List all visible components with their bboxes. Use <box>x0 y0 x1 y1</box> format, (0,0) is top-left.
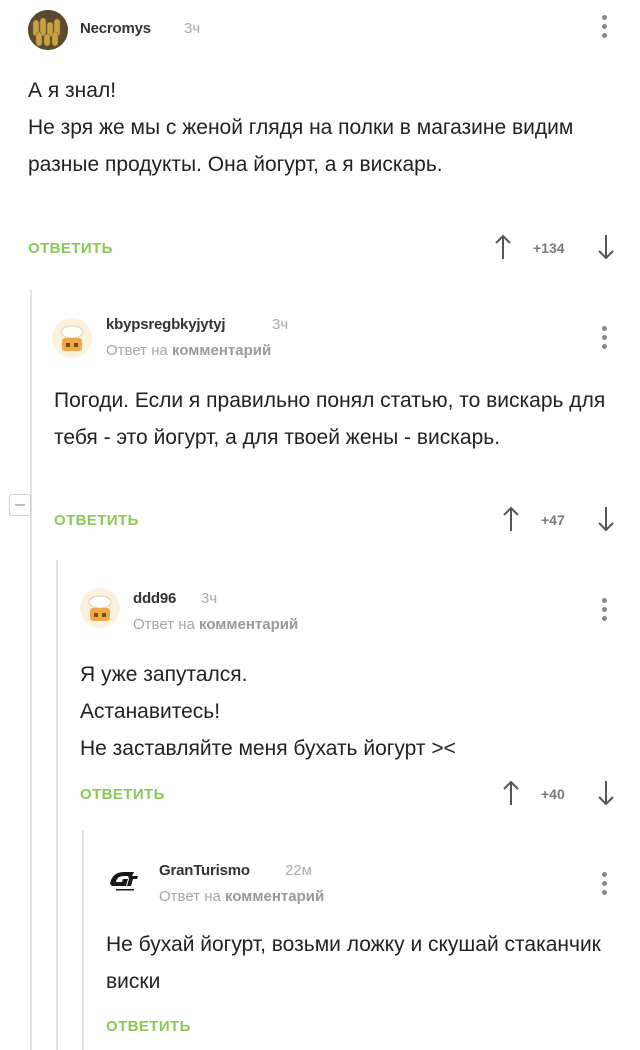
reply-button[interactable]: ОТВЕТИТЬ <box>28 240 113 257</box>
arrow-down-icon[interactable] <box>597 506 615 532</box>
arrow-down-icon[interactable] <box>597 780 615 806</box>
menu-dots-icon[interactable] <box>601 15 609 42</box>
reply-to-target[interactable]: комментарий <box>225 888 324 905</box>
menu-dots-icon[interactable] <box>601 872 609 899</box>
reply-to-label: Ответ на <box>159 888 221 905</box>
menu-dots-icon[interactable] <box>601 598 609 625</box>
reply-to-link[interactable]: Ответ на комментарий <box>159 888 324 905</box>
author-name[interactable]: kbypsregbkyjytyj <box>106 316 226 333</box>
comment-granturismo: GranTurismo 22м Ответ на комментарий Не … <box>0 830 640 1050</box>
default-avatar-image <box>52 318 92 358</box>
gran-turismo-logo-avatar <box>104 858 144 898</box>
avatar[interactable] <box>52 318 92 358</box>
author-name[interactable]: Necromys <box>80 20 151 37</box>
comment-time: 3ч <box>201 590 218 607</box>
rating-value: +134 <box>533 240 565 256</box>
reply-to-label: Ответ на <box>133 616 195 633</box>
reply-to-link[interactable]: Ответ на комментарий <box>133 616 298 633</box>
reply-to-label: Ответ на <box>106 342 168 359</box>
avatar[interactable] <box>104 858 144 898</box>
reply-to-target[interactable]: комментарий <box>172 342 271 359</box>
reply-button[interactable]: ОТВЕТИТЬ <box>80 786 165 803</box>
comment-text: Погоди. Если я правильно понял статью, т… <box>54 389 606 449</box>
rating-value: +40 <box>541 786 565 802</box>
reply-to-link[interactable]: Ответ на комментарий <box>106 342 271 359</box>
bullets-avatar-image <box>28 10 68 50</box>
arrow-up-icon[interactable] <box>502 506 520 532</box>
comment-time: 3ч <box>272 316 289 333</box>
author-name[interactable]: GranTurismo <box>159 862 250 879</box>
avatar[interactable] <box>28 10 68 50</box>
menu-dots-icon[interactable] <box>601 326 609 353</box>
reply-button[interactable]: ОТВЕТИТЬ <box>106 1018 191 1035</box>
default-avatar-image <box>80 588 120 628</box>
comment-ddd96: ddd96 3ч Ответ на комментарий Я уже запу… <box>0 560 640 830</box>
arrow-down-icon[interactable] <box>597 234 615 260</box>
comment-text: Я уже запутался. Астанавитесь! Не застав… <box>80 663 456 760</box>
rating-value: +47 <box>541 512 565 528</box>
comment-text: Не бухай йогурт, возьми ложку и скушай с… <box>106 933 601 993</box>
comment-time: 22м <box>285 862 312 879</box>
reply-to-target[interactable]: комментарий <box>199 616 298 633</box>
arrow-up-icon[interactable] <box>494 234 512 260</box>
reply-button[interactable]: ОТВЕТИТЬ <box>54 512 139 529</box>
comment-text: А я знал! Не зря же мы с женой глядя на … <box>28 79 574 176</box>
avatar[interactable] <box>80 588 120 628</box>
comment-kbypsregbkyjytyj: kbypsregbkyjytyj 3ч Ответ на комментарий… <box>0 290 640 560</box>
arrow-up-icon[interactable] <box>502 780 520 806</box>
author-name[interactable]: ddd96 <box>133 590 176 607</box>
comment-necromys: Necromys 3ч А я знал! Не зря же мы с жен… <box>0 0 640 290</box>
comment-time: 3ч <box>184 20 201 37</box>
